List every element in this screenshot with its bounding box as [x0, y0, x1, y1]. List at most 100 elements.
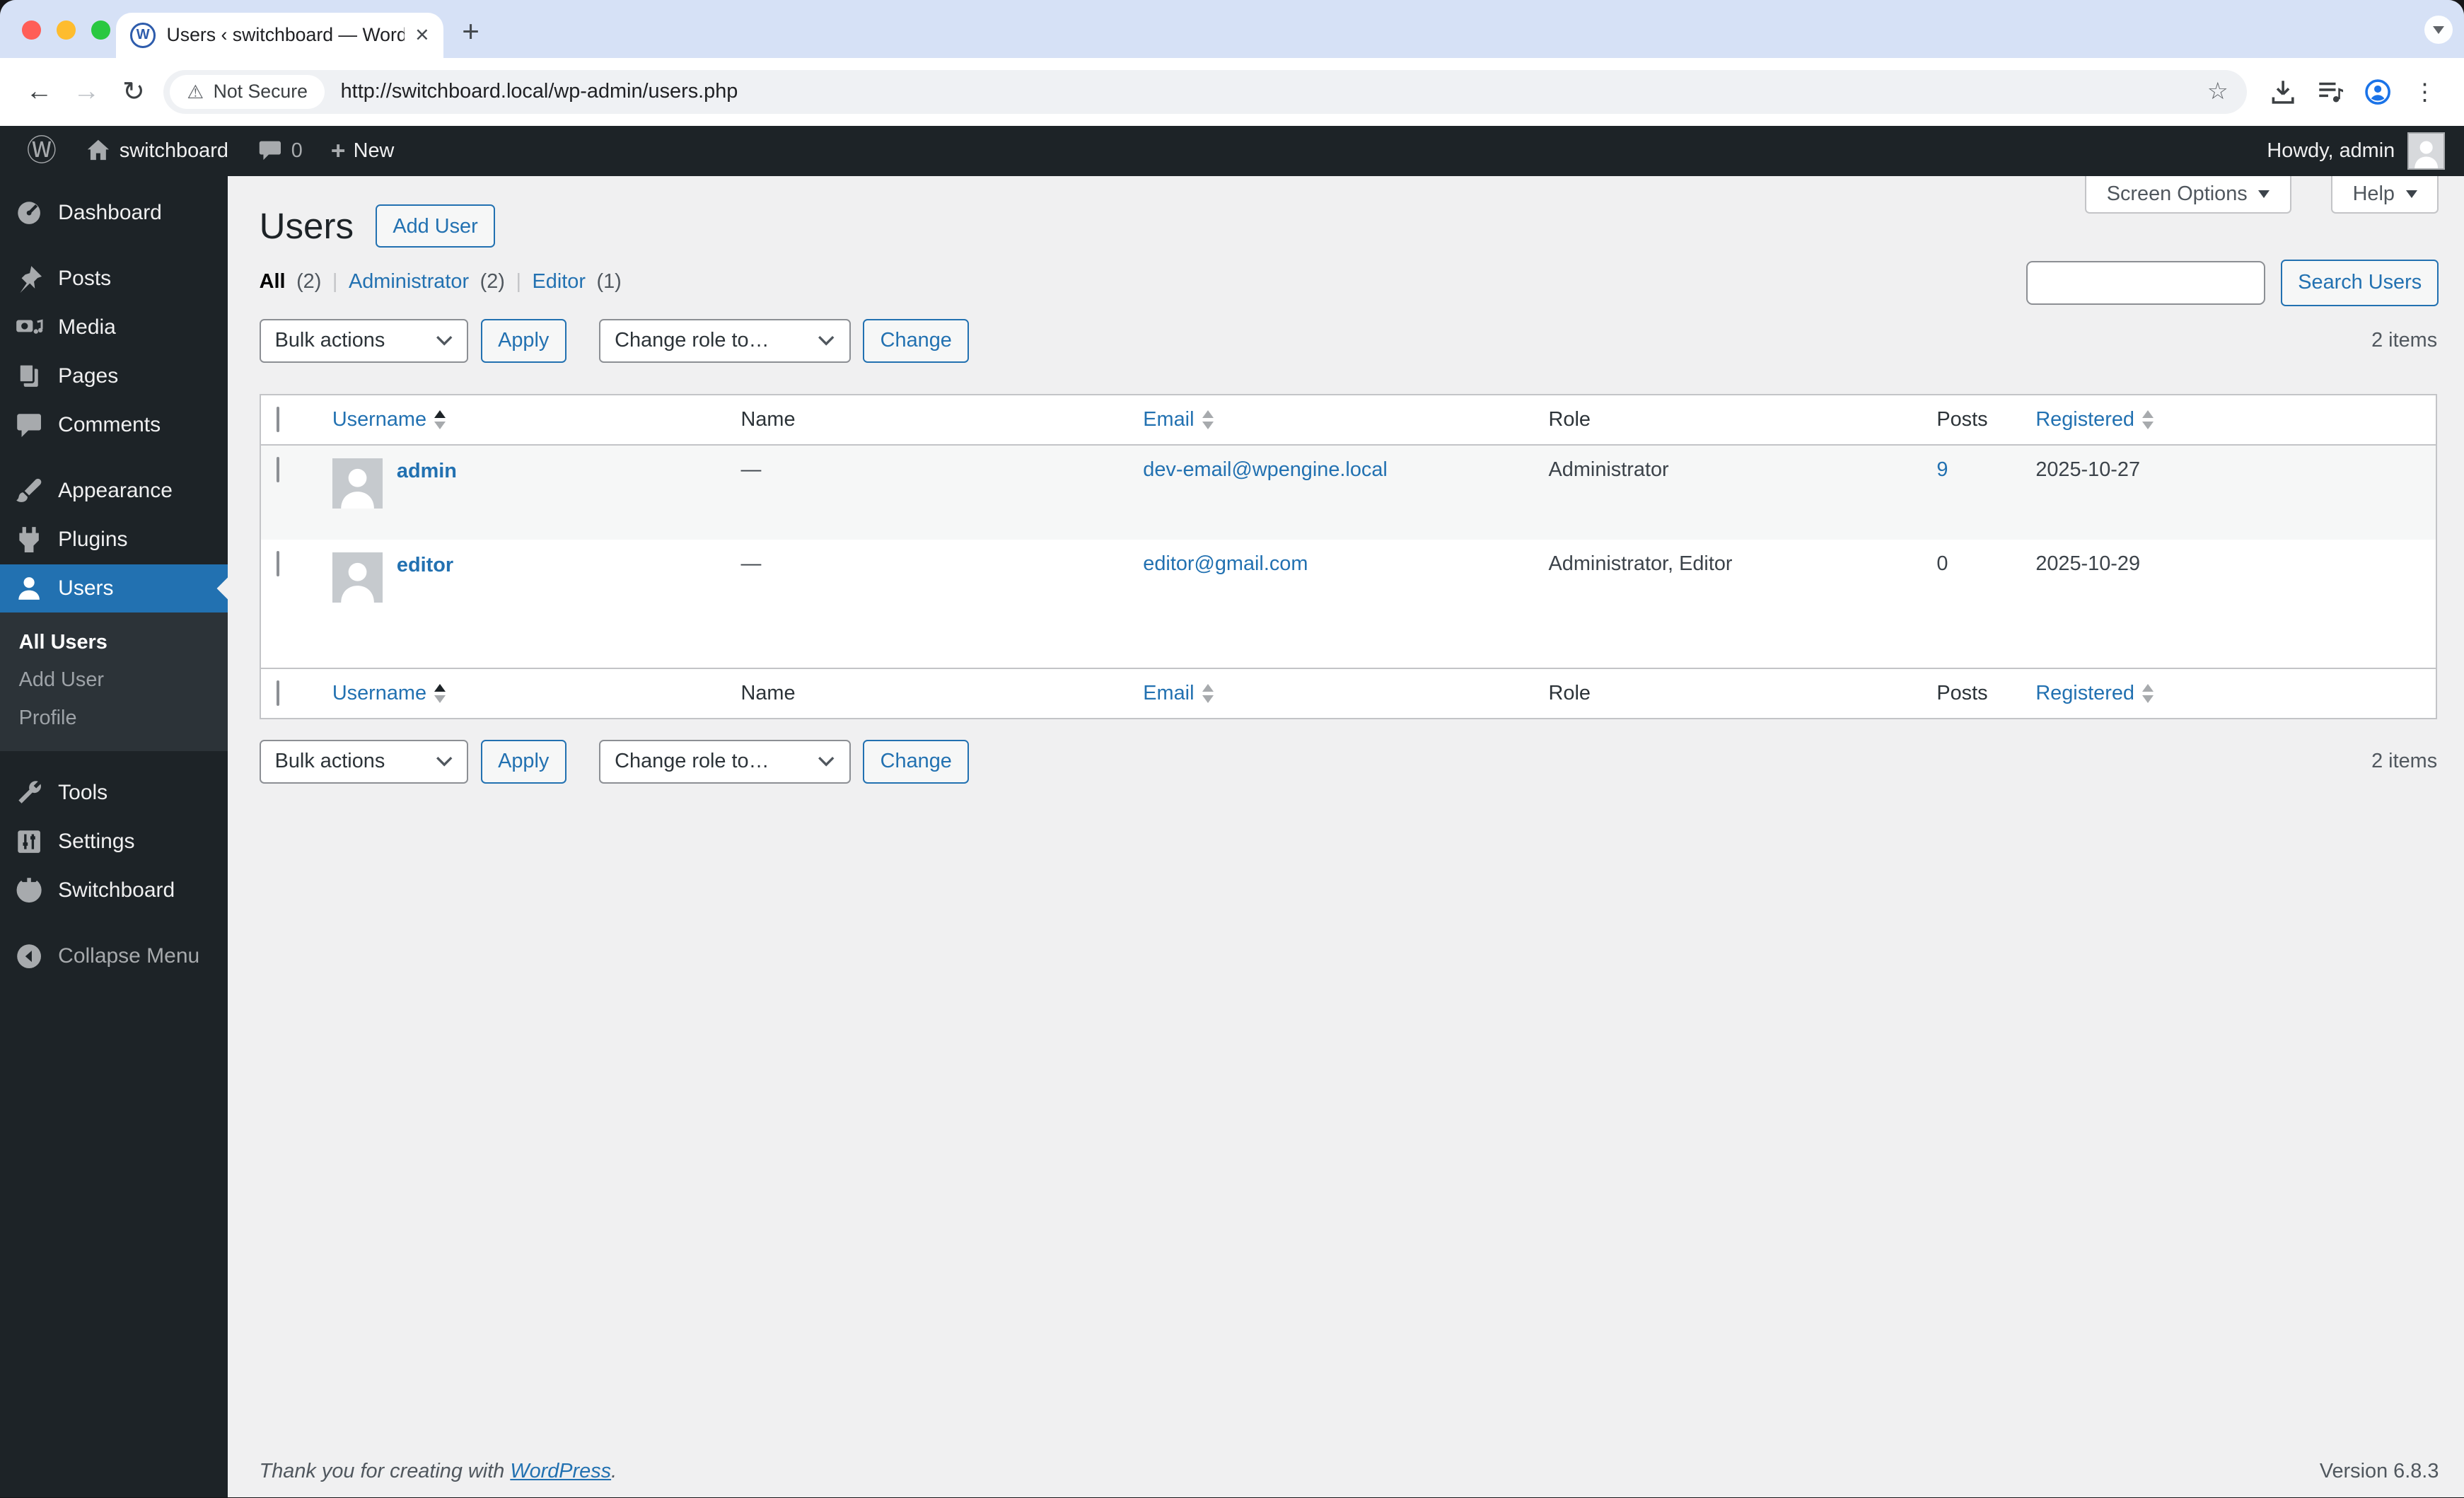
bulk-actions-select[interactable]: Bulk actions — [259, 318, 469, 363]
account-menu[interactable]: Howdy, admin — [2267, 132, 2451, 170]
menu-separator — [0, 915, 228, 931]
tab-close-icon[interactable]: × — [415, 23, 429, 47]
sort-email-header[interactable]: Email — [1143, 682, 1214, 705]
browser-menu-button[interactable]: ⋮ — [2401, 69, 2448, 116]
new-tab-button[interactable]: + — [462, 17, 480, 47]
sort-arrows-icon — [434, 684, 446, 703]
add-user-button[interactable]: Add User — [376, 204, 495, 248]
filter-separator: | — [516, 270, 521, 294]
user-email-link[interactable]: editor@gmail.com — [1143, 552, 1308, 575]
forward-button[interactable]: → — [63, 69, 110, 116]
bulk-actions-bottom: Bulk actions Apply Change role to… Chang… — [259, 739, 2438, 784]
wordpress-link[interactable]: WordPress — [510, 1460, 611, 1482]
wp-logo-menu[interactable]: Ⓦ — [13, 126, 71, 176]
sort-registered-header[interactable]: Registered — [2035, 408, 2154, 431]
change-button[interactable]: Change — [863, 318, 970, 363]
items-count: 2 items — [2371, 750, 2438, 773]
select-all-checkbox[interactable] — [276, 407, 279, 433]
username-link[interactable]: admin — [397, 458, 457, 483]
wordpress-logo-icon: Ⓦ — [26, 134, 57, 168]
sidebar-item-users[interactable]: Users — [0, 564, 228, 613]
sidebar-item-comments[interactable]: Comments — [0, 401, 228, 450]
brush-icon — [16, 479, 42, 503]
bulk-actions-top: Bulk actions Apply Change role to… Chang… — [259, 318, 2437, 363]
row-checkbox[interactable] — [276, 456, 279, 482]
pushpin-icon — [20, 266, 42, 294]
sidebar-item-label: Tools — [58, 780, 108, 804]
address-bar[interactable]: ⚠ Not Secure http://switchboard.local/wp… — [163, 69, 2248, 115]
reload-button[interactable]: ↻ — [110, 69, 158, 116]
user-email-link[interactable]: dev-email@wpengine.local — [1143, 458, 1388, 481]
change-role-select[interactable]: Change role to… — [599, 318, 851, 363]
window-controls — [22, 20, 110, 40]
comments-icon — [17, 414, 41, 437]
warning-icon: ⚠ — [187, 81, 204, 103]
search-area: Search Users — [2026, 259, 2439, 307]
bookmark-star-icon[interactable]: ☆ — [2207, 80, 2228, 103]
sidebar-item-label: Pages — [58, 364, 119, 388]
column-label: Email — [1143, 408, 1195, 431]
submenu-item-profile[interactable]: Profile — [0, 699, 228, 737]
filter-administrator[interactable]: Administrator — [349, 270, 469, 294]
comments-menu[interactable]: 0 — [243, 126, 317, 176]
apply-button[interactable]: Apply — [480, 739, 566, 784]
site-name: switchboard — [119, 139, 228, 162]
sidebar-item-plugins[interactable]: Plugins — [0, 516, 228, 564]
change-button[interactable]: Change — [863, 739, 970, 784]
sidebar-item-settings[interactable]: Settings — [0, 817, 228, 866]
site-name-menu[interactable]: switchboard — [71, 126, 243, 176]
row-checkbox[interactable] — [276, 550, 279, 576]
pages-icon — [18, 363, 38, 387]
sliders-icon — [18, 830, 40, 853]
downloads-button[interactable] — [2260, 69, 2307, 116]
sidebar-item-media[interactable]: Media — [0, 303, 228, 352]
sort-registered-header[interactable]: Registered — [2035, 682, 2154, 705]
user-avatar — [332, 458, 383, 509]
sidebar-item-appearance[interactable]: Appearance — [0, 467, 228, 516]
search-users-input[interactable] — [2026, 260, 2265, 305]
help-button[interactable]: Help — [2330, 175, 2439, 214]
sidebar-item-label: Dashboard — [58, 201, 162, 225]
column-label: Username — [332, 408, 427, 431]
submenu-item-add-user[interactable]: Add User — [0, 661, 228, 699]
sidebar-item-posts[interactable]: Posts — [0, 255, 228, 303]
thanks-period: . — [611, 1460, 617, 1483]
close-window-button[interactable] — [22, 20, 41, 40]
apply-button[interactable]: Apply — [480, 318, 566, 363]
user-posts-link[interactable]: 9 — [1936, 458, 1948, 481]
sidebar-item-label: Media — [58, 315, 116, 339]
profile-button[interactable] — [2354, 69, 2401, 116]
submenu-item-all-users[interactable]: All Users — [0, 624, 228, 661]
column-label: Name — [740, 408, 796, 431]
sidebar-item-tools[interactable]: Tools — [0, 768, 228, 817]
collapse-menu-button[interactable]: Collapse Menu — [0, 931, 228, 980]
screen-options-button[interactable]: Screen Options — [2084, 175, 2292, 214]
sidebar-item-dashboard[interactable]: Dashboard — [0, 189, 228, 238]
sort-username-header[interactable]: Username — [332, 682, 446, 705]
column-label: Posts — [1936, 682, 1988, 705]
filter-editor[interactable]: Editor — [533, 270, 586, 294]
wp-admin-bar: Ⓦ switchboard 0 + New Howdy, admin — [0, 125, 2464, 176]
select-all-checkbox[interactable] — [276, 680, 279, 707]
minimize-window-button[interactable] — [56, 20, 76, 40]
sort-email-header[interactable]: Email — [1143, 408, 1214, 431]
new-content-menu[interactable]: + New — [317, 126, 409, 176]
filter-all[interactable]: All — [260, 270, 286, 294]
sort-username-header[interactable]: Username — [332, 408, 446, 431]
change-role-select[interactable]: Change role to… — [599, 739, 851, 784]
search-users-button[interactable]: Search Users — [2281, 259, 2439, 307]
back-button[interactable]: ← — [16, 69, 63, 116]
browser-window: W Users ‹ switchboard — WordP × + ← → ↻ … — [0, 0, 2464, 1498]
zoom-window-button[interactable] — [91, 20, 110, 40]
sidebar-item-switchboard[interactable]: Switchboard — [0, 866, 228, 915]
url-text[interactable]: http://switchboard.local/wp-admin/users.… — [341, 80, 2192, 103]
tab-search-button[interactable] — [2424, 16, 2453, 45]
bulk-actions-select[interactable]: Bulk actions — [259, 739, 469, 784]
column-label: Email — [1143, 682, 1195, 705]
media-controls-button[interactable] — [2307, 69, 2354, 116]
browser-tab[interactable]: W Users ‹ switchboard — WordP × — [116, 12, 443, 59]
sidebar-item-pages[interactable]: Pages — [0, 352, 228, 401]
comment-bubble-icon — [259, 141, 281, 161]
username-link[interactable]: editor — [397, 552, 453, 577]
not-secure-badge[interactable]: ⚠ Not Secure — [169, 74, 325, 110]
